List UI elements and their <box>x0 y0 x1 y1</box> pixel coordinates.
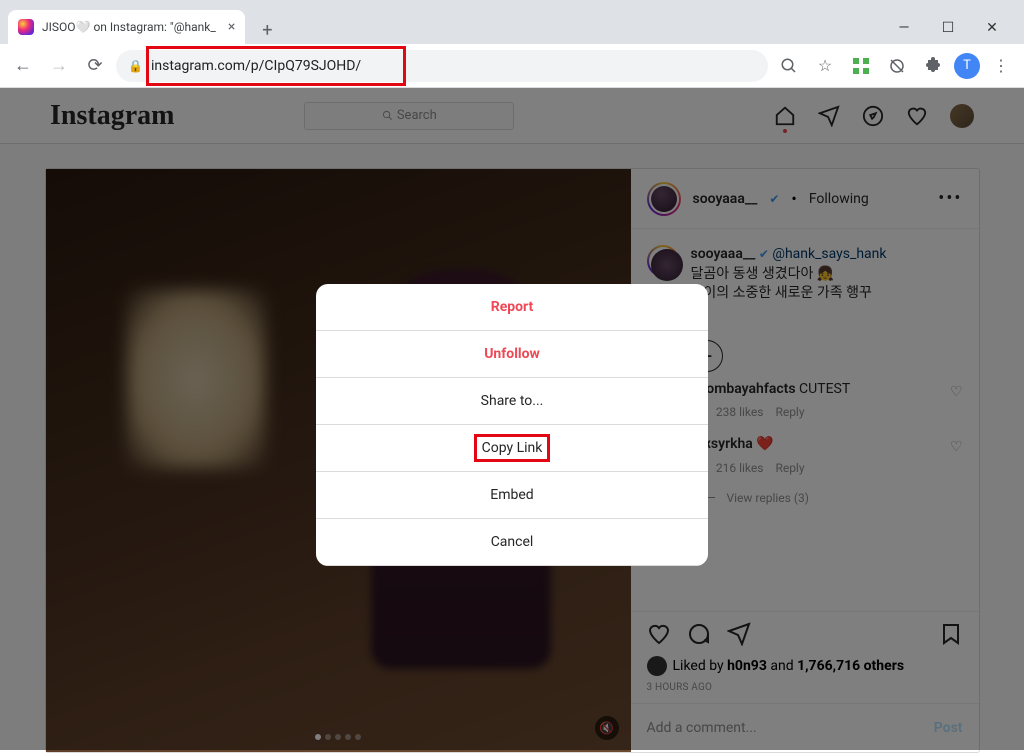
zoom-icon[interactable] <box>774 51 804 81</box>
modal-share[interactable]: Share to... <box>316 378 708 425</box>
tab-close-icon[interactable]: × <box>228 19 235 35</box>
forward-button: → <box>44 51 74 81</box>
lock-icon: 🔒 <box>128 59 143 73</box>
options-modal: Report Unfollow Share to... Copy Link Em… <box>316 284 708 566</box>
extension-icon-2[interactable] <box>882 51 912 81</box>
bookmark-star-icon[interactable]: ☆ <box>810 51 840 81</box>
modal-unfollow[interactable]: Unfollow <box>316 331 708 378</box>
maximize-button[interactable]: ☐ <box>936 20 960 36</box>
instagram-favicon <box>18 19 34 35</box>
window-controls: — ☐ ✕ <box>892 20 1016 44</box>
modal-report[interactable]: Report <box>316 284 708 331</box>
minimize-button[interactable]: — <box>892 20 916 36</box>
profile-avatar[interactable]: T <box>954 53 980 79</box>
modal-embed[interactable]: Embed <box>316 472 708 519</box>
browser-titlebar: JISOO🤍 on Instagram: "@hank_ × + — ☐ ✕ <box>0 0 1024 44</box>
modal-copy-link[interactable]: Copy Link <box>316 425 708 472</box>
chrome-menu-icon[interactable]: ⋮ <box>986 51 1016 81</box>
address-bar[interactable]: 🔒 instagram.com/p/CIpQ79SJOHD/ <box>116 50 768 82</box>
close-window-button[interactable]: ✕ <box>980 20 1004 36</box>
browser-tab[interactable]: JISOO🤍 on Instagram: "@hank_ × <box>8 10 245 44</box>
back-button[interactable]: ← <box>8 51 38 81</box>
modal-cancel[interactable]: Cancel <box>316 519 708 566</box>
extensions-puzzle-icon[interactable] <box>918 51 948 81</box>
url-text: instagram.com/p/CIpQ79SJOHD/ <box>151 58 361 74</box>
new-tab-button[interactable]: + <box>253 16 281 44</box>
tab-title: JISOO🤍 on Instagram: "@hank_ <box>42 20 216 34</box>
browser-toolbar: ← → ⟳ 🔒 instagram.com/p/CIpQ79SJOHD/ ☆ T… <box>0 44 1024 88</box>
extension-icon-1[interactable] <box>846 51 876 81</box>
reload-button[interactable]: ⟳ <box>80 51 110 81</box>
